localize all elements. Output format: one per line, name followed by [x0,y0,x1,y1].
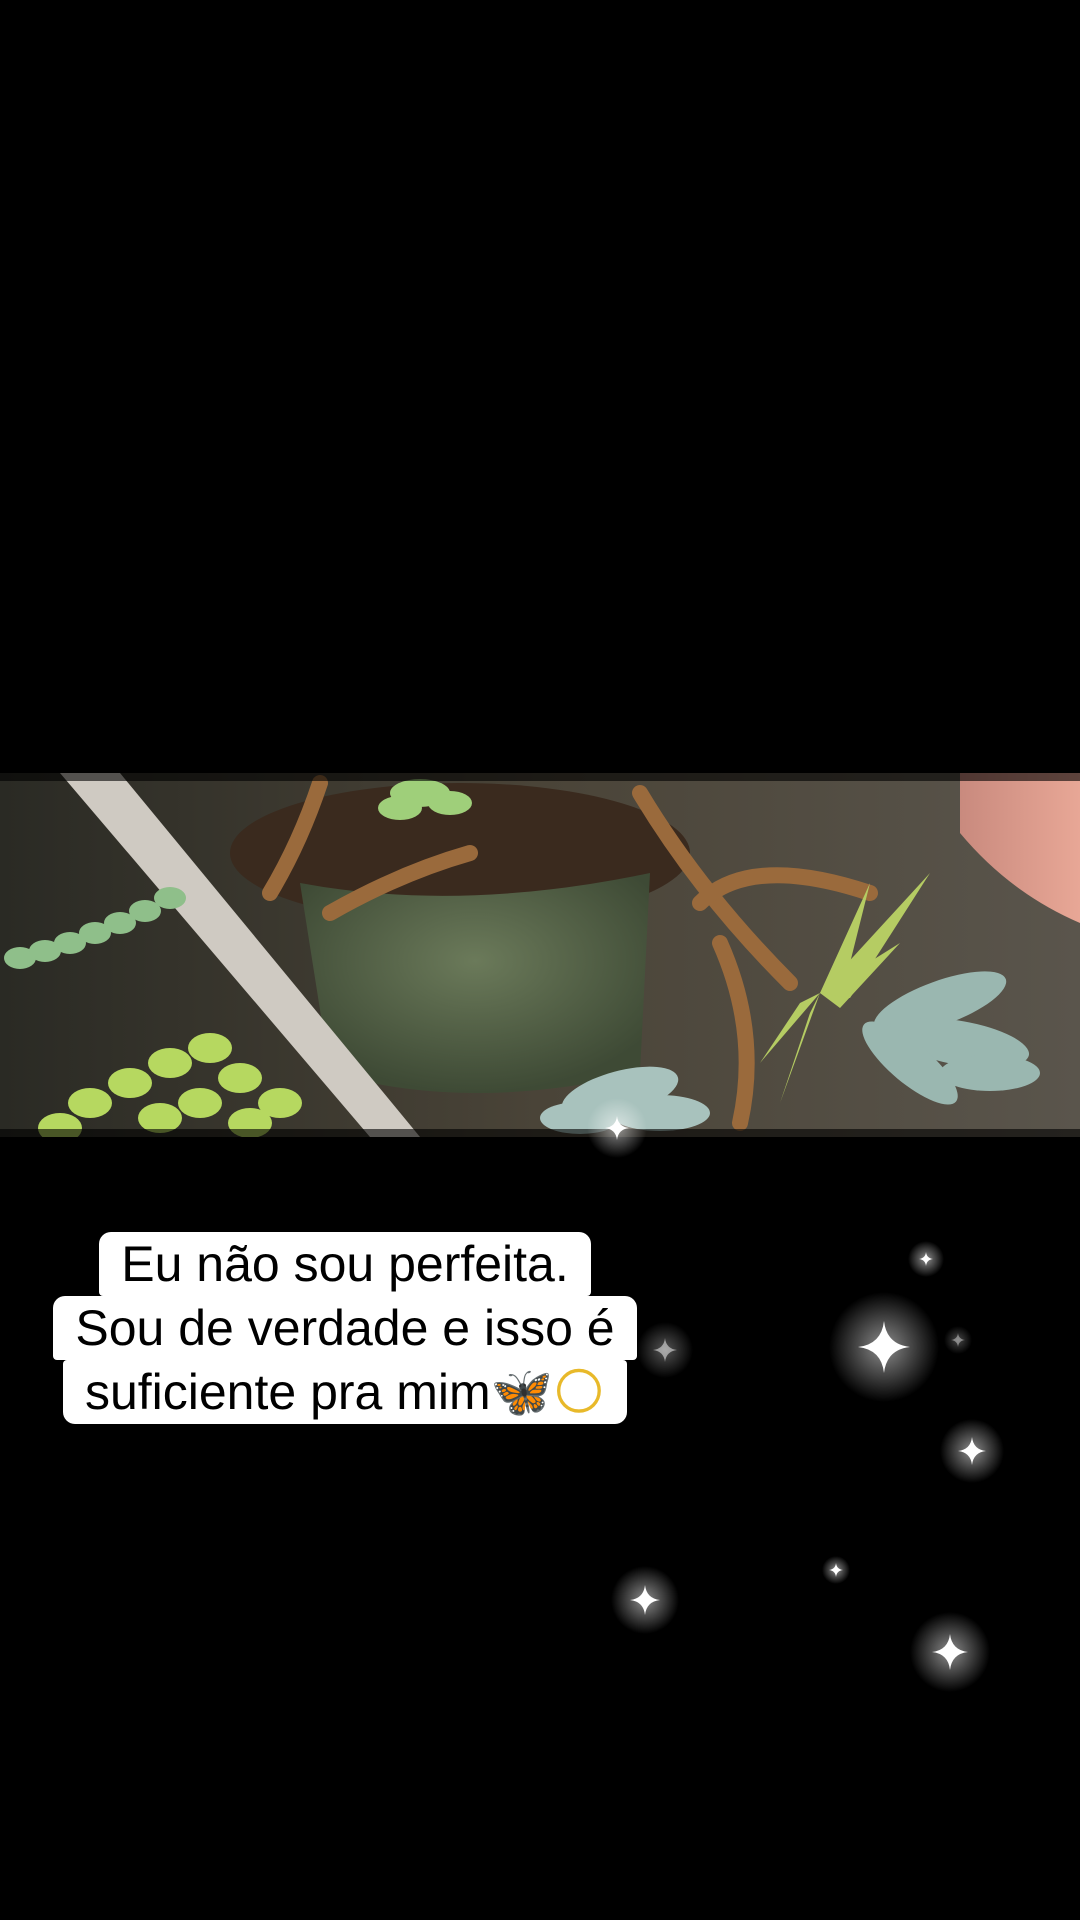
sparkle-icon [822,1556,850,1584]
video-frame[interactable] [0,773,1080,1137]
sparkle-icon [908,1241,944,1277]
caption-line-1: Eu não sou perfeita. [99,1232,591,1296]
caption-line-3-text: suficiente pra mim [84,1364,491,1420]
sparkle-icon [940,1419,1004,1483]
butterfly-icon: 🦋 [490,1363,553,1421]
full-moon-icon: 🌕 [552,1363,606,1421]
sparkle-icon [611,1566,679,1634]
succulent-photo [0,773,1080,1137]
caption-line-2: Sou de verdade e isso é [53,1296,637,1360]
caption-line-3: suficiente pra mim🦋🌕 [62,1360,628,1424]
sparkle-icon [829,1292,939,1402]
sparkle-icon [944,1326,972,1354]
caption-overlay: Eu não sou perfeita. Sou de verdade e is… [0,1232,690,1424]
sparkle-icon [910,1612,990,1692]
